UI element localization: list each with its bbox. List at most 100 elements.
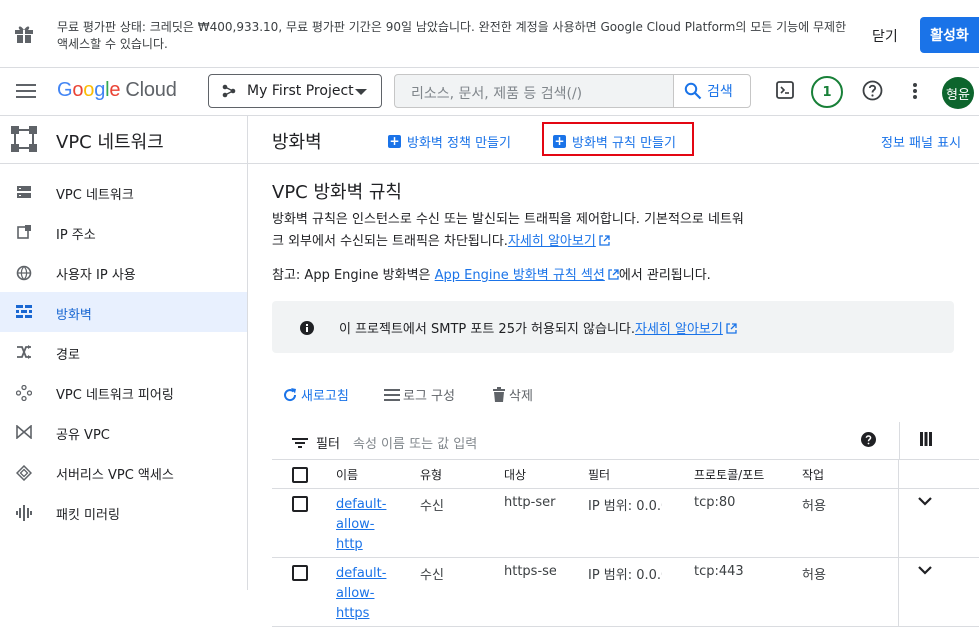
page-title: 방화벽 bbox=[272, 132, 322, 153]
cloud-shell-icon[interactable] bbox=[776, 81, 794, 99]
column-header-target[interactable]: 대상 bbox=[504, 466, 526, 483]
sidebar-item-serverless-vpc-access[interactable]: 서버리스 VPC 액세스 bbox=[0, 452, 247, 492]
globe-icon bbox=[16, 265, 32, 281]
column-header-name[interactable]: 이름 bbox=[336, 466, 358, 483]
rule-target: http-serv bbox=[504, 495, 556, 510]
dropdown-caret-icon bbox=[355, 89, 367, 95]
column-header-protocol[interactable]: 프로토콜/포트 bbox=[694, 466, 764, 483]
sidebar: VPC 네트워크 VPC 네트워크 IP 주소 사용자 IP 사용 방화벽 경로… bbox=[0, 116, 248, 590]
sidebar-item-routes[interactable]: 경로 bbox=[0, 332, 247, 372]
project-selector[interactable]: My First Project bbox=[208, 74, 382, 108]
show-info-panel-link[interactable]: 정보 패널 표시 bbox=[881, 132, 961, 151]
peering-icon bbox=[16, 385, 32, 401]
firewall-rule-name-link[interactable]: default-allow-https bbox=[336, 564, 388, 624]
top-navigation-bar: Google Cloud My First Project 리소스, 문서, 제품… bbox=[0, 68, 979, 116]
sidebar-item-ip-addresses[interactable]: IP 주소 bbox=[0, 212, 247, 252]
divider bbox=[898, 460, 899, 489]
shared-vpc-icon bbox=[16, 425, 32, 439]
rule-protocol: tcp:80 bbox=[694, 495, 736, 510]
add-icon: + bbox=[388, 134, 401, 148]
search-box[interactable]: 리소스, 문서, 제품 등 검색(/) 검색 bbox=[394, 74, 751, 108]
create-firewall-policy-button[interactable]: + 방화벽 정책 만들기 bbox=[388, 132, 511, 151]
row-checkbox[interactable] bbox=[292, 565, 308, 581]
divider bbox=[898, 489, 899, 558]
routes-icon bbox=[16, 345, 32, 359]
sidebar-item-packet-mirroring[interactable]: 패킷 미러링 bbox=[0, 492, 247, 532]
gift-icon bbox=[14, 24, 34, 44]
table-header: 이름 유형 대상 필터 프로토콜/포트 작업 bbox=[272, 460, 979, 489]
project-name: My First Project bbox=[247, 83, 354, 99]
info-icon bbox=[300, 321, 314, 335]
filter-button[interactable]: 필터 bbox=[292, 433, 340, 452]
column-header-action[interactable]: 작업 bbox=[802, 466, 824, 483]
filter-icon bbox=[292, 437, 308, 448]
select-all-checkbox[interactable] bbox=[292, 467, 308, 483]
vpc-network-icon bbox=[16, 185, 32, 199]
expand-row-icon[interactable] bbox=[918, 566, 932, 575]
menu-icon[interactable] bbox=[16, 83, 36, 99]
open-in-new-icon bbox=[599, 235, 610, 246]
firewall-description: 방화벽 규칙은 인스턴스로 수신 또는 발신되는 트래픽을 제어합니다. 기본적… bbox=[272, 212, 744, 249]
page-header: 방화벽 + 방화벽 정책 만들기 + 방화벽 규칙 만들기 정보 패널 표시 bbox=[248, 116, 979, 164]
sidebar-item-vpc-peering[interactable]: VPC 네트워크 피어링 bbox=[0, 372, 247, 412]
notification-badge[interactable]: 1 bbox=[811, 76, 843, 108]
dismiss-button[interactable]: 닫기 bbox=[872, 26, 898, 46]
packet-mirroring-icon bbox=[16, 505, 32, 521]
trial-status-message: 무료 평가판 상태: 크레딧은 ₩400,933.10, 무료 평가판 기간은 … bbox=[57, 20, 847, 51]
row-checkbox[interactable] bbox=[292, 496, 308, 512]
refresh-button[interactable]: 새로고침 bbox=[282, 385, 349, 404]
rule-type: 수신 bbox=[420, 568, 444, 583]
rule-filter: IP 범위: 0.0.0 bbox=[588, 568, 662, 583]
column-header-filter[interactable]: 필터 bbox=[588, 466, 610, 483]
rule-action: 허용 bbox=[802, 499, 826, 514]
firewall-rule-name-link[interactable]: default-allow-http bbox=[336, 495, 388, 555]
serverless-icon bbox=[16, 465, 32, 481]
search-icon bbox=[684, 82, 702, 100]
firewall-icon bbox=[16, 305, 32, 319]
rule-type: 수신 bbox=[420, 499, 444, 514]
help-icon[interactable] bbox=[861, 432, 876, 447]
open-in-new-icon bbox=[726, 323, 737, 334]
smtp-learn-more-link[interactable]: 자세히 알아보기 bbox=[635, 322, 723, 337]
sidebar-item-vpc-networks[interactable]: VPC 네트워크 bbox=[0, 172, 247, 212]
project-hub-icon bbox=[221, 83, 237, 99]
app-engine-firewall-link[interactable]: App Engine 방화벽 규칙 섹션 bbox=[435, 268, 605, 283]
main-content: 방화벽 + 방화벽 정책 만들기 + 방화벽 규칙 만들기 정보 패널 표시 V… bbox=[248, 116, 979, 627]
google-cloud-logo[interactable]: Google Cloud bbox=[57, 79, 177, 102]
open-in-new-icon bbox=[608, 269, 619, 280]
divider bbox=[899, 422, 900, 460]
account-avatar[interactable]: 형윤 bbox=[942, 77, 974, 109]
help-icon[interactable] bbox=[862, 80, 883, 101]
column-display-options-icon[interactable] bbox=[920, 432, 932, 446]
table-row[interactable]: default-allow-http 수신 http-serv IP 범위: 0… bbox=[272, 489, 979, 558]
filter-input[interactable]: 속성 이름 또는 값 입력 bbox=[353, 433, 477, 452]
divider bbox=[898, 558, 899, 627]
logs-icon bbox=[384, 388, 400, 401]
more-vert-icon[interactable] bbox=[912, 82, 918, 100]
sidebar-header: VPC 네트워크 bbox=[0, 116, 247, 164]
create-firewall-rule-button[interactable]: + 방화벽 규칙 만들기 bbox=[553, 132, 676, 151]
activate-button[interactable]: 활성화 bbox=[920, 17, 979, 53]
rule-action: 허용 bbox=[802, 568, 826, 583]
section-title: VPC 방화벽 규칙 bbox=[272, 182, 402, 203]
column-header-type[interactable]: 유형 bbox=[420, 466, 442, 483]
sidebar-item-shared-vpc[interactable]: 공유 VPC bbox=[0, 412, 247, 452]
rule-filter: IP 범위: 0.0.0 bbox=[588, 499, 662, 514]
sidebar-item-firewall[interactable]: 방화벽 bbox=[0, 292, 247, 332]
delete-button[interactable]: 삭제 bbox=[492, 385, 533, 404]
filter-bar: 필터 속성 이름 또는 값 입력 bbox=[272, 422, 979, 460]
rule-protocol: tcp:443 bbox=[694, 564, 744, 579]
sidebar-title: VPC 네트워크 bbox=[56, 132, 164, 153]
app-engine-note: 참고: App Engine 방화벽은 App Engine 방화벽 규칙 섹션… bbox=[272, 268, 711, 283]
configure-logs-button[interactable]: 로그 구성 bbox=[384, 385, 455, 404]
table-row[interactable]: default-allow-https 수신 https-ser IP 범위: … bbox=[272, 558, 979, 627]
sidebar-item-bring-your-own-ip[interactable]: 사용자 IP 사용 bbox=[0, 252, 247, 292]
expand-row-icon[interactable] bbox=[918, 497, 932, 506]
rule-target: https-ser bbox=[504, 564, 556, 579]
smtp-alert: 이 프로젝트에서 SMTP 포트 25가 허용되지 않습니다.자세히 알아보기 bbox=[272, 301, 954, 353]
search-input[interactable]: 리소스, 문서, 제품 등 검색(/) bbox=[411, 83, 582, 103]
trial-banner: 무료 평가판 상태: 크레딧은 ₩400,933.10, 무료 평가판 기간은 … bbox=[0, 0, 979, 68]
learn-more-link[interactable]: 자세히 알아보기 bbox=[508, 234, 596, 249]
vpc-network-logo-icon bbox=[10, 125, 38, 153]
search-button[interactable]: 검색 bbox=[673, 74, 751, 108]
